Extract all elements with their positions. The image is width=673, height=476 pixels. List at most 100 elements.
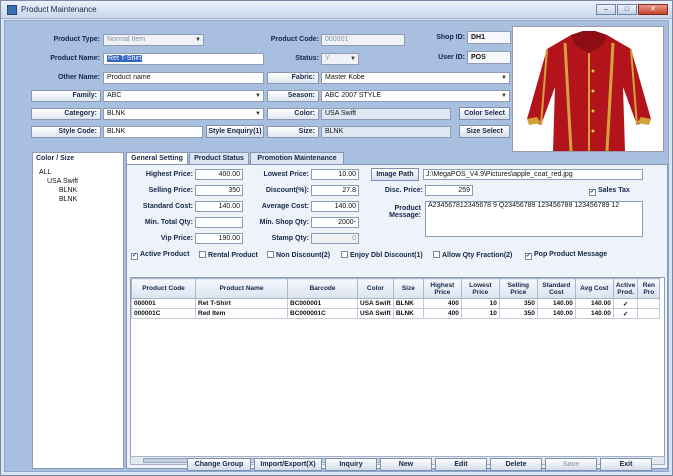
sales-tax-checkbox[interactable]: ✓ Sales Tax xyxy=(589,187,630,196)
close-button[interactable]: ✕ xyxy=(638,4,668,15)
delete-button[interactable]: Delete xyxy=(490,458,542,471)
standard-cost-input[interactable]: 140.00 xyxy=(195,201,243,212)
color-field[interactable]: USA Swift xyxy=(321,108,451,120)
disc-price-input[interactable]: 259 xyxy=(425,185,473,196)
cell[interactable]: 350 xyxy=(498,298,538,309)
tab-product-status[interactable]: Product Status xyxy=(189,152,249,164)
style-code-button[interactable]: Style Code: xyxy=(31,126,101,138)
cell[interactable]: 140.00 xyxy=(536,308,576,319)
product-name-input[interactable]: Ret T-Shirt xyxy=(103,53,264,65)
tab-promotion-maintenance[interactable]: Promotion Maintenance xyxy=(250,152,344,164)
active-product-checkbox[interactable]: ✓ Active Product xyxy=(131,251,189,260)
cell[interactable]: Red Item xyxy=(195,308,288,319)
season-button[interactable]: Season: xyxy=(267,90,319,102)
cell[interactable]: 140.00 xyxy=(574,298,614,309)
column-header[interactable]: Color xyxy=(357,278,394,299)
family-select[interactable]: ABC ▼ xyxy=(103,90,264,102)
style-enquiry-button[interactable]: Style Enquiry(1) xyxy=(206,125,264,138)
cell[interactable]: 400 xyxy=(422,298,462,309)
rental-checkbox-cell[interactable] xyxy=(637,298,661,309)
column-header[interactable]: Standard Cost xyxy=(536,278,576,299)
cell[interactable]: 350 xyxy=(498,308,538,319)
cell[interactable]: 000001 xyxy=(131,298,196,309)
column-header[interactable]: Avg Cost xyxy=(574,278,614,299)
min-shop-qty-input[interactable]: 2000- xyxy=(311,217,359,228)
size-button[interactable]: Size: xyxy=(267,126,319,138)
style-code-input[interactable]: BLNK xyxy=(103,126,203,138)
average-cost-input[interactable]: 140.00 xyxy=(311,201,359,212)
image-path-button[interactable]: Image Path xyxy=(371,168,419,181)
column-header[interactable]: Size xyxy=(392,278,424,299)
cell[interactable]: 000001C xyxy=(131,308,196,319)
product-code-field[interactable]: 000001 xyxy=(321,34,405,46)
tree-node-size[interactable]: BLNK xyxy=(59,187,77,194)
import-export-button[interactable]: Import/Export(X) xyxy=(254,458,322,471)
new-button[interactable]: New xyxy=(380,458,432,471)
general-setting-pane: Highest Price: 400.00 Lowest Price: 10.0… xyxy=(126,164,668,469)
family-button[interactable]: Family: xyxy=(31,90,101,102)
lowest-price-input[interactable]: 10.00 xyxy=(311,169,359,180)
rental-product-checkbox[interactable]: Rental Product xyxy=(199,251,258,259)
cell[interactable]: USA Swift xyxy=(357,298,394,309)
cell[interactable]: USA Swift xyxy=(357,308,394,319)
cell[interactable]: Ret T-Shirt xyxy=(195,298,288,309)
product-type-select[interactable]: Normal Item ▼ xyxy=(103,34,204,46)
column-header[interactable]: Barcode xyxy=(287,278,358,299)
tree-node-all[interactable]: ALL xyxy=(39,169,51,176)
cell[interactable]: BLNK xyxy=(392,308,424,319)
cell[interactable]: BC000001C xyxy=(287,308,358,319)
size-select-button[interactable]: Size Select xyxy=(459,125,510,138)
change-group-button[interactable]: Change Group xyxy=(187,458,251,471)
allow-qty-fraction-checkbox[interactable]: Allow Qty Fraction(2) xyxy=(433,251,512,259)
cell[interactable]: 140.00 xyxy=(536,298,576,309)
size-field[interactable]: BLNK xyxy=(321,126,451,138)
cell[interactable]: 400 xyxy=(422,308,462,319)
minimize-button[interactable]: – xyxy=(596,4,616,15)
fabric-button[interactable]: Fabric: xyxy=(267,72,319,84)
product-message-input[interactable]: A234567812345678 9 Q23456789 123456789 1… xyxy=(425,201,643,237)
highest-price-input[interactable]: 400.00 xyxy=(195,169,243,180)
cell[interactable]: BLNK xyxy=(392,298,424,309)
selling-price-input[interactable]: 350 xyxy=(195,185,243,196)
tree-node-color[interactable]: USA Swift xyxy=(47,178,78,185)
category-button[interactable]: Category: xyxy=(31,108,101,120)
category-select[interactable]: BLNK ▼ xyxy=(103,108,264,120)
active-checkbox-cell[interactable]: ✓ xyxy=(612,298,639,309)
color-button[interactable]: Color: xyxy=(267,108,319,120)
pop-product-message-checkbox[interactable]: ✓ Pop Product Message xyxy=(525,251,607,260)
column-header[interactable]: Product Code xyxy=(131,278,196,299)
enjoy-dbl-discount-checkbox[interactable]: Enjoy Dbl Discount(1) xyxy=(341,251,423,259)
column-header[interactable]: Product Name xyxy=(195,278,288,299)
non-discount-checkbox[interactable]: Non Discount(2) xyxy=(267,251,330,259)
cell[interactable]: BC000001 xyxy=(287,298,358,309)
column-header[interactable]: Ren Pro xyxy=(637,278,661,299)
cell[interactable]: 140.00 xyxy=(574,308,614,319)
edit-button[interactable]: Edit xyxy=(435,458,487,471)
rental-checkbox-cell[interactable] xyxy=(637,308,661,319)
product-maintenance-window: Product Maintenance – □ ✕ Product Type: … xyxy=(0,0,673,476)
maximize-button[interactable]: □ xyxy=(617,4,637,15)
cell[interactable]: 10 xyxy=(460,308,500,319)
status-select[interactable]: Y ▼ xyxy=(321,53,359,65)
color-select-button[interactable]: Color Select xyxy=(459,107,510,120)
vip-price-input[interactable]: 190.00 xyxy=(195,233,243,244)
active-checkbox-cell[interactable]: ✓ xyxy=(612,308,639,319)
table-row[interactable]: 000001C Red Item BC000001C USA Swift BLN… xyxy=(131,308,661,319)
save-button[interactable]: Save xyxy=(545,458,597,471)
column-header[interactable]: Selling Price xyxy=(498,278,538,299)
column-header[interactable]: Lowest Price xyxy=(460,278,500,299)
fabric-select[interactable]: Master Kobe ▼ xyxy=(321,72,510,84)
column-header[interactable]: Active Prod. xyxy=(612,278,639,299)
cell[interactable]: 10 xyxy=(460,298,500,309)
min-total-qty-input[interactable] xyxy=(195,217,243,228)
tree-node-size[interactable]: BLNK xyxy=(59,196,77,203)
stamp-qty-input[interactable]: 0 xyxy=(311,233,359,244)
season-select[interactable]: ABC 2007 STYLE ▼ xyxy=(321,90,510,102)
exit-button[interactable]: Exit xyxy=(600,458,652,471)
image-path-field[interactable]: J:\MegaPOS_V4.9\Pictures\apple_coat_red.… xyxy=(423,169,643,180)
other-name-input[interactable]: Product name xyxy=(103,72,264,84)
inquiry-button[interactable]: Inquiry xyxy=(325,458,377,471)
table-row[interactable]: 000001 Ret T-Shirt BC000001 USA Swift BL… xyxy=(131,298,661,309)
discount-input[interactable]: 27.8 xyxy=(311,185,359,196)
column-header[interactable]: Highest Price xyxy=(422,278,462,299)
